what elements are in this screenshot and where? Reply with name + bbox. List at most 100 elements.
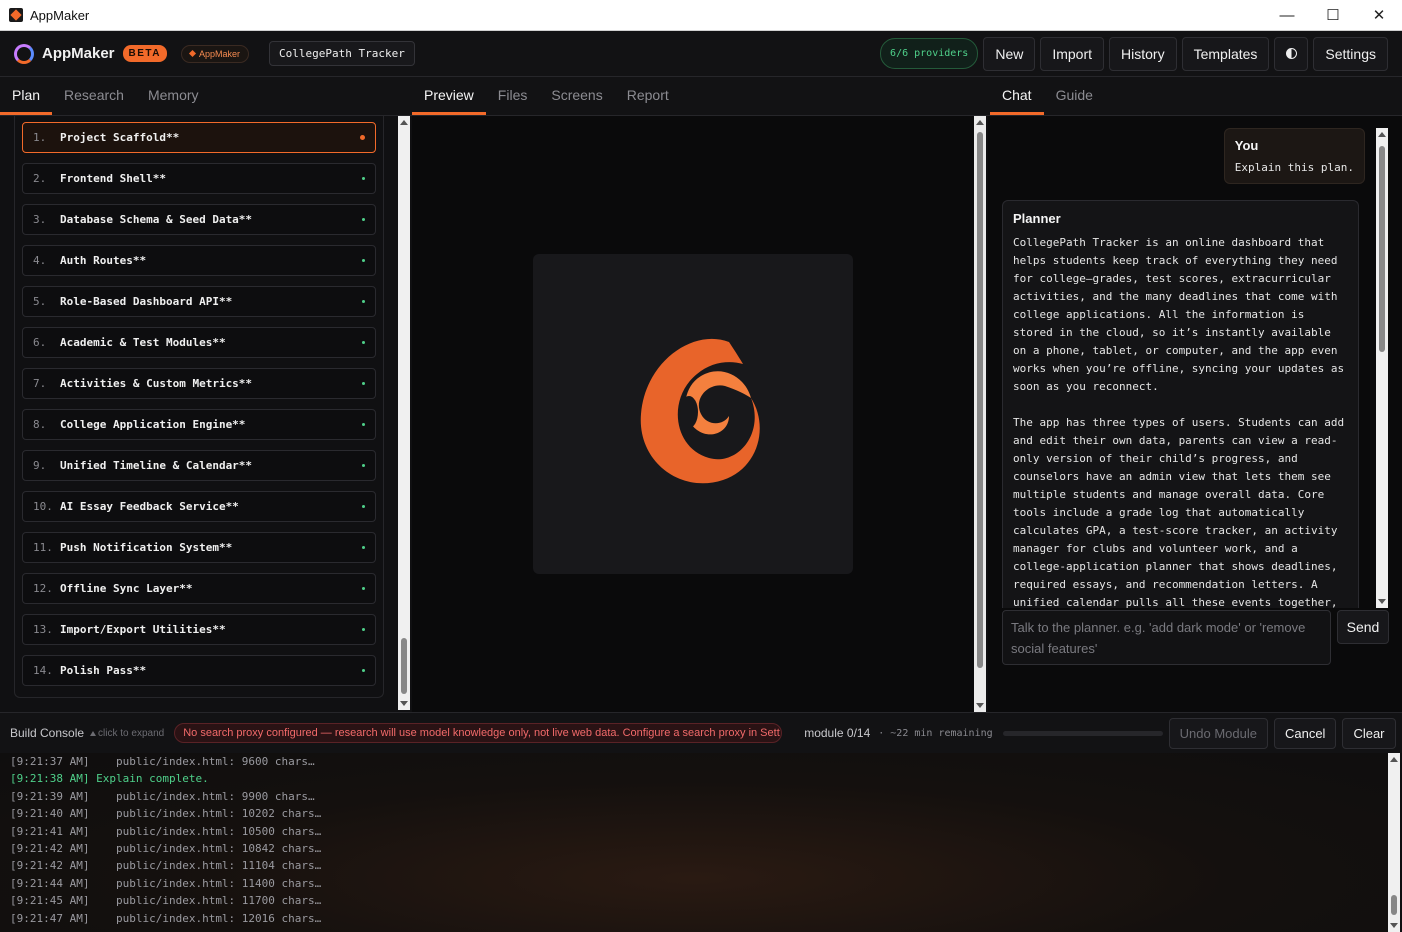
scroll-up-icon[interactable] <box>400 120 408 125</box>
expand-hint[interactable]: click to expand <box>90 728 164 739</box>
tab-report[interactable]: Report <box>615 77 681 115</box>
templates-button[interactable]: Templates <box>1181 36 1270 71</box>
chat-input[interactable]: Talk to the planner. e.g. 'add dark mode… <box>1002 610 1331 665</box>
tab-memory[interactable]: Memory <box>136 77 211 115</box>
log-text: Explain complete. <box>89 772 209 786</box>
cancel-button[interactable]: Cancel <box>1273 717 1337 749</box>
log-timestamp: [9:21:42 AM] <box>10 842 90 856</box>
plan-item[interactable]: 3. Database Schema & Seed Data** <box>22 204 376 235</box>
scroll-down-icon[interactable] <box>1390 923 1398 928</box>
history-button[interactable]: History <box>1109 36 1177 71</box>
user-message-author: You <box>1234 138 1259 153</box>
plan-scrollbar[interactable] <box>398 116 410 710</box>
tab-chat[interactable]: Chat <box>990 77 1044 115</box>
plan-item[interactable]: 5. Role-Based Dashboard API** <box>22 286 376 317</box>
minimize-icon[interactable]: — <box>1264 0 1310 30</box>
project-name-field[interactable]: CollegePath Tracker <box>269 41 415 66</box>
tab-research[interactable]: Research <box>52 77 136 115</box>
plan-item-name: Auth Routes** <box>60 254 147 267</box>
status-dot-icon <box>362 341 365 344</box>
close-icon[interactable]: ✕ <box>1356 0 1402 30</box>
chat-scrollbar[interactable] <box>1376 128 1388 608</box>
log-timestamp: [9:21:40 AM] <box>10 807 90 821</box>
plan-item-number: 14. <box>33 664 53 677</box>
plan-item[interactable]: 9. Unified Timeline & Calendar** <box>22 450 376 481</box>
plan-item-number: 6. <box>33 336 47 349</box>
status-dot-icon <box>362 546 365 549</box>
maximize-icon[interactable]: ☐ <box>1310 0 1356 30</box>
plan-item-name: AI Essay Feedback Service** <box>60 500 239 513</box>
scroll-thumb[interactable] <box>977 132 983 668</box>
log-text: public/index.html: 11400 chars… <box>89 876 322 890</box>
plan-item[interactable]: 12. Offline Sync Layer** <box>22 573 376 604</box>
plan-item[interactable]: 11. Push Notification System** <box>22 532 376 563</box>
status-dot-icon <box>362 669 365 672</box>
scroll-up-icon[interactable] <box>1378 132 1386 137</box>
log-text: public/index.html: 11700 chars… <box>89 894 322 908</box>
plan-item[interactable]: 13. Import/Export Utilities** <box>22 614 376 645</box>
tab-files[interactable]: Files <box>486 77 540 115</box>
window-titlebar: AppMaker — ☐ ✕ <box>0 0 1402 31</box>
chat-panel: You Explain this plan. Planner CollegePa… <box>988 116 1402 712</box>
plan-item-number: 2. <box>33 172 47 185</box>
diamond-icon <box>188 49 197 58</box>
build-progress-bar <box>1002 730 1163 736</box>
status-dot-icon <box>362 505 365 508</box>
console-scrollbar[interactable] <box>1388 753 1400 932</box>
scroll-down-icon[interactable] <box>976 703 984 708</box>
clear-button[interactable]: Clear <box>1342 717 1396 749</box>
scroll-down-icon[interactable] <box>1378 599 1386 604</box>
preview-scrollbar[interactable] <box>974 116 986 712</box>
preview-panel <box>412 116 986 712</box>
log-timestamp: [9:21:37 AM] <box>10 755 90 768</box>
plan-item[interactable]: 10. AI Essay Feedback Service** <box>22 491 376 522</box>
plan-item-name: Offline Sync Layer** <box>60 582 193 595</box>
scroll-up-icon[interactable] <box>1390 757 1398 762</box>
plan-item[interactable]: 14. Polish Pass** <box>22 655 376 686</box>
log-timestamp: [9:21:47 AM] <box>10 911 90 925</box>
app-icon <box>9 8 23 22</box>
scroll-up-icon[interactable] <box>976 120 984 125</box>
plan-item-name: College Application Engine** <box>60 418 246 431</box>
window-title: AppMaker <box>30 7 90 23</box>
log-timestamp: [9:21:44 AM] <box>10 876 90 890</box>
log-text: public/index.html: 12016 chars… <box>89 911 322 925</box>
plan-item[interactable]: 2. Frontend Shell** <box>22 163 376 194</box>
tab-plan[interactable]: Plan <box>0 77 53 115</box>
scroll-thumb[interactable] <box>1379 146 1385 352</box>
search-proxy-warning: No search proxy configured — research wi… <box>174 723 783 743</box>
plan-item-name: Project Scaffold** <box>60 131 180 144</box>
tab-screens[interactable]: Screens <box>539 77 614 115</box>
left-tabs: Plan Research Memory <box>0 77 412 116</box>
plan-item[interactable]: 4. Auth Routes** <box>22 245 376 276</box>
settings-button[interactable]: Settings <box>1313 36 1388 71</box>
log-line: [9:21:42 AM] public/index.html: 11104 ch… <box>10 857 1378 874</box>
import-button[interactable]: Import <box>1040 36 1105 71</box>
plan-panel: 1. Project Scaffold** 2. Frontend Shell** 3.… <box>0 116 412 712</box>
undo-module-button[interactable]: Undo Module <box>1168 717 1268 749</box>
scroll-down-icon[interactable] <box>400 701 408 706</box>
tab-guide[interactable]: Guide <box>1044 77 1105 115</box>
log-line: [9:21:38 AM] Explain complete. <box>10 770 1378 787</box>
plan-item[interactable]: 8. College Application Engine** <box>22 409 376 440</box>
console-log: [9:21:37 AM] public/index.html: 9600 cha… <box>0 753 1388 932</box>
scroll-thumb[interactable] <box>401 638 407 694</box>
planner-message-paragraph: CollegePath Tracker is an online dashboa… <box>1013 236 1345 393</box>
scroll-thumb[interactable] <box>1391 895 1397 915</box>
theme-toggle-button[interactable] <box>1274 36 1309 71</box>
providers-badge[interactable]: 6/6 providers <box>880 38 979 69</box>
status-dot-icon <box>362 218 365 221</box>
new-button[interactable]: New <box>983 36 1036 71</box>
module-progress-label: module 0/14 <box>804 726 871 740</box>
plan-item[interactable]: 6. Academic & Test Modules** <box>22 327 376 358</box>
send-button[interactable]: Send <box>1337 610 1389 644</box>
build-console-bar[interactable]: Build Console click to expand No search … <box>0 712 1402 753</box>
plan-item-number: 9. <box>33 459 47 472</box>
plan-item-number: 4. <box>33 254 47 267</box>
tab-preview[interactable]: Preview <box>412 77 486 115</box>
plan-item[interactable]: 1. Project Scaffold** <box>22 122 376 153</box>
log-timestamp: [9:21:42 AM] <box>10 859 90 873</box>
app-pill[interactable]: AppMaker <box>181 44 250 63</box>
log-text: public/index.html: 9600 chars… <box>89 755 315 768</box>
plan-item[interactable]: 7. Activities & Custom Metrics** <box>22 368 376 399</box>
